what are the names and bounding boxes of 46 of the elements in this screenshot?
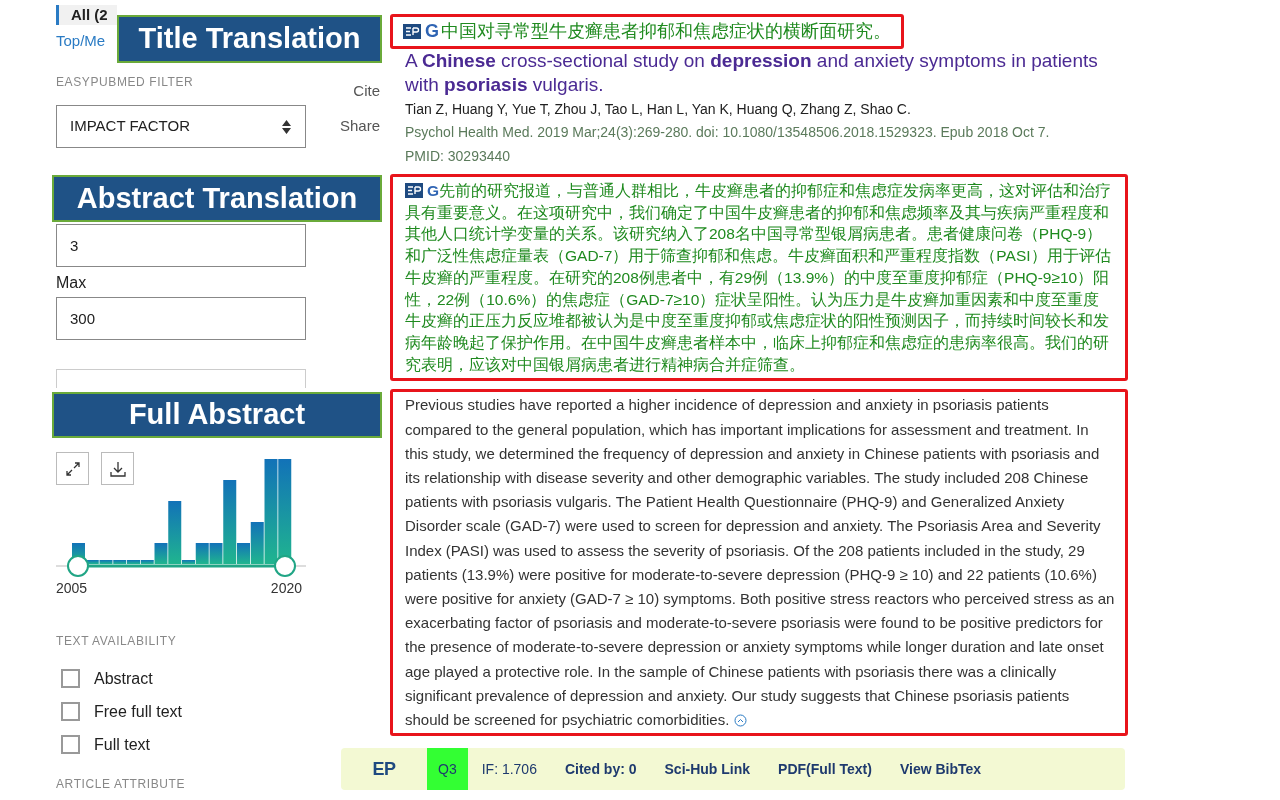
min-input-field[interactable]: 3 [56,224,306,267]
year-range-slider[interactable] [56,554,306,578]
toolbar-link[interactable]: PDF(Full Text) [764,748,886,791]
sort-arrows-icon [281,118,292,135]
ep-logo: EP [372,757,396,781]
impact-factor: IF: 1.706 [480,759,538,779]
section-heading: TEXT AVAILABILITY [56,633,178,650]
quartile-badge: Q3 [427,748,468,791]
article-title[interactable]: A Chinese cross-sectional study on depression and anxiety symptoms in patients with psoriasis vulgaris. [405,49,1113,97]
annotation-label: Abstract Translation [52,175,382,222]
ep-logo-icon [403,24,421,39]
action-link[interactable]: Cite [353,80,380,103]
checkbox-label: Abstract [94,668,153,689]
abstract-translation-text: G先前的研究报道，与普通人群相比，牛皮癣患者的抑郁症和焦虑症发病率更高，这对评估和治疗具有重要意义。在这项研究中，我们确定了中国牛皮癣患者的抑郁和焦虑频率及其与疾病严重程度和其他人口统计学变量的关系。该研究纳入了208名中国寻常型银屑病患者。患者健康问卷（PHQ-9）和广泛性焦虑症量表（GAD-7）用于筛查抑郁和焦虑。牛皮癣面积和严重程度指数（PASI）用于评估牛皮癣的严重程度。在研究的208例患者中，有29例（13.9%）的中度至重度抑郁症（PHQ-9≥10）阳性，22例（10.6%）的焦虑症（GAD-7≥10）症状呈阳性。认为压力是牛皮癣加重因素和中度至重度牛皮癣的正压力反应堆都被认为是中度至重度抑郁或焦虑症状的阳性预测因子，而持续时间较长和发病年龄晚起了保护作用。在中国牛皮癣患者样本中，临床上抑郁症和焦虑症的患病率很高。我们的研究表明，应该对中国银屑病患者进行精神病合并症筛查。 [405,181,1113,375]
expand-icon [64,460,81,477]
download-icon [108,459,127,478]
year-start-label: 2005 [56,579,88,598]
toolbar-link[interactable]: Cited by: 0 [550,748,651,791]
checkbox[interactable] [61,669,80,688]
checkbox-label: Free full text [94,701,183,722]
article-authors: Tian Z, Huang Y, Yue T, Zhou J, Tao L, Han L, Yan K, Huang Q, Zhang Z, Shao C. [405,100,912,119]
checkbox[interactable] [61,735,80,754]
filter-tab[interactable]: All (2 [56,5,117,25]
checkbox-label: Full text [94,734,150,755]
max-label: Max [56,273,88,293]
ep-logo-icon [405,183,423,198]
expand-button[interactable] [56,452,89,485]
toolbar-link[interactable]: View BibTex [885,748,996,791]
filter-select[interactable]: IMPACT FACTOR [56,105,306,148]
sidebar-link[interactable]: Top/Me [56,32,106,49]
checkbox[interactable] [61,702,80,721]
toolbar-link[interactable]: Sci-Hub Link [650,748,765,791]
section-heading: EASYPUBMED FILTER [56,74,195,91]
annotation-label: Full Abstract [52,392,382,438]
section-heading: ARTICLE ATTRIBUTE [56,776,187,793]
year-end-label: 2020 [270,579,303,598]
collapse-icon[interactable] [733,713,747,727]
max-input-field[interactable]: 300 [56,297,306,340]
action-link[interactable]: Share [339,114,380,137]
activate-filter-button[interactable] [56,369,306,388]
article-citation: Psychol Health Med. 2019 Mar;24(3):269-280. doi: 10.1080/13548506.2018.1529323. Epub 2018 Oct 7. PMID: 30293440 [405,123,1051,166]
title-translation: G 中国对寻常型牛皮癣患者抑郁和焦虑症状的横断面研究。 [390,14,904,49]
translate-mark: G [425,20,439,43]
annotation-label: Title Translation [117,15,382,63]
abstract-text: Previous studies have reported a higher incidence of depression and anxiety in psoriasis patients compared to the general population, which has important implications for assessment and treatment. In this study, we determined the frequency of depression and anxiety in Chinese patients with psoriasis and its relationship with disease severity and other demographic variables. The study included 208 Chinese patients with psoriasis vulgaris. The Patient Health Questionnaire (PHQ-9) and Generalized Anxiety Disorder scale (GAD-7) were used to screen for depression and anxiety. The Psoriasis Area and Severity Index (PASI) was used to assess the severity of psoriasis. Of the 208 patients included in the study, 29 patients (13.9%) were positive for moderate-to-severe depression (PHQ-9 ≥ 10) and 22 patients (10.6%) were positive for anxiety (GAD-7 ≥ 10) symptoms. Both positive stress reactors who perceived stress as an exacerbating factor of psoriasis and moderate-to-severe psoriasis were found to be positive predictors for the presence of moderate-to-severe depression or anxiety symptoms while longer duration and late onset age played a protective role. In the sample of Chinese patients with psoriasis there was a clinically significant prevalence of depression and anxiety. Our study suggests that Chinese psoriasis patients should be screened for psychiatric comorbidities. [390,389,1128,737]
download-button[interactable] [101,452,134,485]
